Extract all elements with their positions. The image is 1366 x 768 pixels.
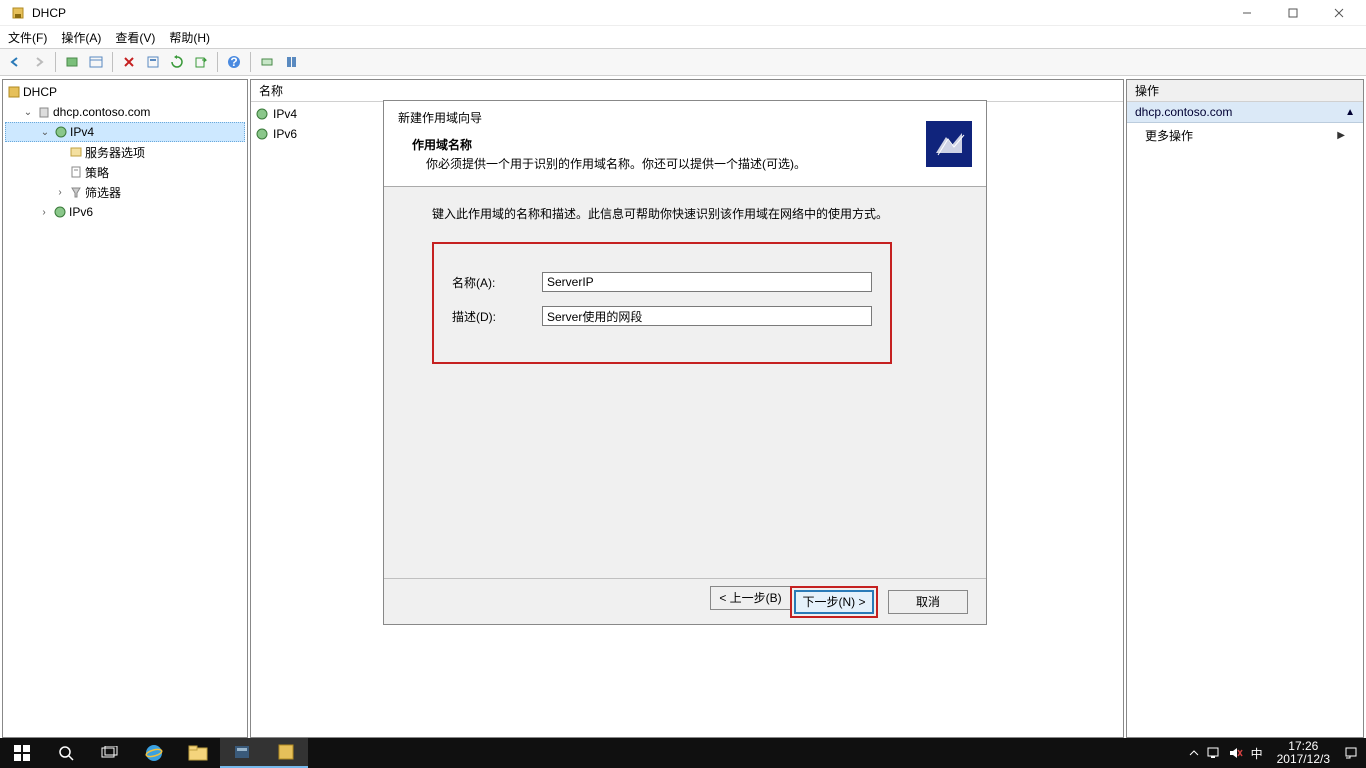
actions-header: 操作 — [1127, 80, 1363, 102]
window-title: DHCP — [32, 6, 66, 20]
tree-filters-label: 筛选器 — [85, 184, 121, 201]
tray-ime-indicator[interactable]: 中 — [1251, 745, 1263, 762]
taskbar-ie-icon[interactable] — [132, 738, 176, 768]
toolbar-delete-icon[interactable] — [118, 51, 140, 73]
tree-root-label: DHCP — [23, 85, 57, 99]
wizard-banner-icon — [926, 121, 972, 167]
options-icon — [67, 145, 85, 159]
main-area: DHCP ⌄ dhcp.contoso.com ⌄ IPv4 服务器选项 策略 … — [0, 76, 1366, 740]
expand-arrow-icon[interactable]: ⌄ — [21, 107, 35, 118]
menu-help[interactable]: 帮助(H) — [169, 29, 210, 46]
menubar: 文件(F) 操作(A) 查看(V) 帮助(H) — [0, 26, 1366, 48]
toolbar-scope-icon[interactable] — [256, 51, 278, 73]
toolbar-help-icon[interactable]: ? — [223, 51, 245, 73]
nav-forward-button[interactable] — [28, 51, 50, 73]
nav-back-button[interactable] — [4, 51, 26, 73]
actions-more-link[interactable]: 更多操作 ▶ — [1127, 123, 1363, 148]
window-titlebar: DHCP — [0, 0, 1366, 26]
actions-pane: 操作 dhcp.contoso.com ▲ 更多操作 ▶ — [1126, 79, 1364, 738]
taskbar-explorer-icon[interactable] — [176, 738, 220, 768]
tree-server-options-label: 服务器选项 — [85, 144, 145, 161]
tray-sound-muted-icon[interactable] — [1229, 747, 1243, 759]
wizard-description: 键入此作用域的名称和描述。此信息可帮助你快速识别该作用域在网络中的使用方式。 — [432, 205, 956, 222]
tree-filters[interactable]: › 筛选器 — [5, 182, 245, 202]
collapse-arrow-icon[interactable]: › — [37, 207, 51, 218]
taskbar: 中 17:26 2017/12/3 — [0, 738, 1366, 768]
wizard-subheading: 你必须提供一个用于识别的作用域名称。你还可以提供一个描述(可选)。 — [398, 155, 926, 172]
close-button[interactable] — [1316, 0, 1362, 26]
tree-server-label: dhcp.contoso.com — [53, 105, 150, 119]
description-label: 描述(D): — [452, 308, 542, 325]
ipv6-icon — [255, 127, 269, 141]
dhcp-icon — [5, 85, 23, 99]
content-header-name[interactable]: 名称 — [251, 80, 1123, 102]
wizard-back-button[interactable]: < 上一步(B) — [710, 586, 790, 610]
list-item-label: IPv6 — [273, 127, 297, 141]
name-label: 名称(A): — [452, 274, 542, 291]
new-scope-wizard-dialog: 新建作用域向导 作用域名称 你必须提供一个用于识别的作用域名称。你还可以提供一个… — [383, 100, 987, 625]
menu-action[interactable]: 操作(A) — [61, 29, 101, 46]
tree-policy-label: 策略 — [85, 164, 109, 181]
toolbar-refresh-icon[interactable] — [166, 51, 188, 73]
search-button[interactable] — [44, 738, 88, 768]
wizard-next-button[interactable]: 下一步(N) > — [794, 590, 874, 614]
tree-ipv6[interactable]: › IPv6 — [5, 202, 245, 222]
toolbar-add-icon[interactable] — [61, 51, 83, 73]
ipv4-icon — [255, 107, 269, 121]
svg-text:?: ? — [230, 55, 237, 69]
toolbar: ? — [0, 48, 1366, 76]
tree-ipv4[interactable]: ⌄ IPv4 — [5, 122, 245, 142]
tree-pane: DHCP ⌄ dhcp.contoso.com ⌄ IPv4 服务器选项 策略 … — [2, 79, 248, 738]
content-pane: 名称 IPv4 IPv6 新建作用域向导 作用域名称 你必须提供一个用于识别的作… — [250, 79, 1124, 738]
tray-network-icon[interactable] — [1207, 747, 1221, 759]
minimize-button[interactable] — [1224, 0, 1270, 26]
scope-name-input[interactable] — [542, 272, 872, 292]
menu-view[interactable]: 查看(V) — [115, 29, 155, 46]
tree-server[interactable]: ⌄ dhcp.contoso.com — [5, 102, 245, 122]
toolbar-panel-icon[interactable] — [85, 51, 107, 73]
taskbar-servermanager-icon[interactable] — [220, 738, 264, 768]
actions-context-label: dhcp.contoso.com — [1135, 105, 1232, 119]
clock-date: 2017/12/3 — [1277, 753, 1330, 766]
toolbar-server-icon[interactable] — [280, 51, 302, 73]
expand-arrow-icon[interactable]: ⌄ — [38, 127, 52, 138]
tree-ipv4-label: IPv4 — [70, 125, 94, 139]
collapse-arrow-icon[interactable]: › — [53, 187, 67, 198]
dhcp-app-icon — [10, 5, 26, 21]
tray-clock[interactable]: 17:26 2017/12/3 — [1271, 740, 1336, 766]
system-tray: 中 17:26 2017/12/3 — [1189, 740, 1366, 766]
tree-ipv6-label: IPv6 — [69, 205, 93, 219]
maximize-button[interactable] — [1270, 0, 1316, 26]
ipv6-icon — [51, 205, 69, 219]
ipv4-icon — [52, 125, 70, 139]
collapse-triangle-icon: ▲ — [1345, 107, 1355, 118]
scope-description-input[interactable] — [542, 306, 872, 326]
taskbar-dhcp-icon[interactable] — [264, 738, 308, 768]
taskview-button[interactable] — [88, 738, 132, 768]
tray-notifications-icon[interactable] — [1344, 746, 1358, 760]
wizard-heading: 作用域名称 — [398, 136, 926, 153]
start-button[interactable] — [0, 738, 44, 768]
tree-policy[interactable]: 策略 — [5, 162, 245, 182]
server-icon — [35, 105, 53, 119]
tray-up-icon[interactable] — [1189, 748, 1199, 758]
wizard-cancel-button[interactable]: 取消 — [888, 590, 968, 614]
tree-server-options[interactable]: 服务器选项 — [5, 142, 245, 162]
toolbar-properties-icon[interactable] — [142, 51, 164, 73]
tree-root-dhcp[interactable]: DHCP — [5, 82, 245, 102]
list-item-label: IPv4 — [273, 107, 297, 121]
actions-more-label: 更多操作 — [1145, 127, 1193, 144]
filter-icon — [67, 185, 85, 199]
policy-icon — [67, 165, 85, 179]
actions-context-section[interactable]: dhcp.contoso.com ▲ — [1127, 102, 1363, 123]
submenu-triangle-icon: ▶ — [1337, 130, 1345, 141]
toolbar-export-icon[interactable] — [190, 51, 212, 73]
wizard-title: 新建作用域向导 — [398, 109, 926, 126]
wizard-input-section: 名称(A): 描述(D): — [432, 242, 892, 364]
menu-file[interactable]: 文件(F) — [8, 29, 47, 46]
